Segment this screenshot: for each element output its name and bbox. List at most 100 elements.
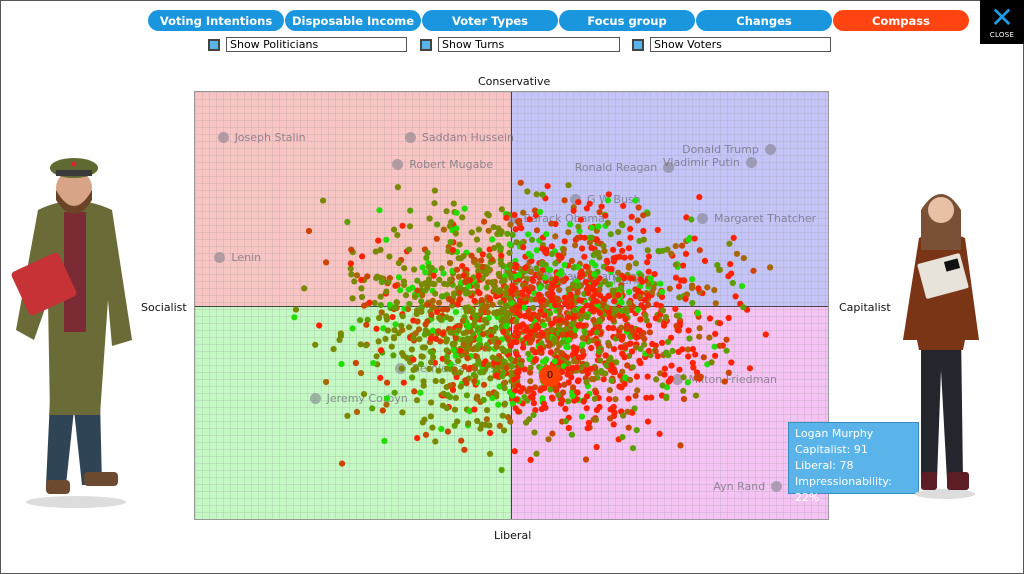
voter-dot[interactable] <box>450 347 457 354</box>
voter-dot[interactable] <box>740 255 747 262</box>
voter-dot[interactable] <box>554 347 561 354</box>
voter-dot[interactable] <box>729 279 736 287</box>
voter-dot[interactable] <box>627 254 634 261</box>
voter-dot[interactable] <box>382 335 389 342</box>
voter-dot[interactable] <box>427 413 434 420</box>
voter-dot[interactable] <box>643 394 650 401</box>
voter-dot[interactable] <box>701 257 709 264</box>
voter-dot[interactable] <box>634 306 641 313</box>
voter-dot[interactable] <box>689 346 696 353</box>
voter-dot[interactable] <box>627 340 634 347</box>
voter-dot[interactable] <box>596 309 603 317</box>
voter-dot[interactable] <box>593 279 600 286</box>
voter-dot[interactable] <box>533 450 540 457</box>
voter-dot[interactable] <box>704 284 711 291</box>
voter-dot[interactable] <box>507 221 514 228</box>
voter-dot[interactable] <box>429 327 436 334</box>
toggle-show-turns[interactable]: Show Turns <box>420 37 620 52</box>
voter-dot[interactable] <box>559 277 566 284</box>
voter-dot[interactable] <box>668 362 675 369</box>
voter-dot[interactable] <box>659 382 666 389</box>
voter-dot[interactable] <box>461 446 468 453</box>
voter-dot[interactable] <box>618 336 625 343</box>
voter-dot[interactable] <box>485 212 492 219</box>
voter-dot[interactable] <box>575 199 582 206</box>
voter-dot[interactable] <box>693 374 700 381</box>
voter-dot[interactable] <box>635 327 642 334</box>
voter-dot[interactable] <box>588 344 595 352</box>
voter-dot[interactable] <box>475 272 482 279</box>
voter-dot[interactable] <box>410 356 417 363</box>
voter-dot[interactable] <box>517 388 524 395</box>
voter-dot[interactable] <box>659 307 666 314</box>
voter-dot[interactable] <box>506 295 513 302</box>
voter-dot[interactable] <box>528 236 536 243</box>
voter-dot[interactable] <box>678 242 686 249</box>
voter-dot[interactable] <box>540 296 547 304</box>
voter-dot[interactable] <box>562 418 569 425</box>
voter-dot[interactable] <box>401 265 408 272</box>
voter-dot[interactable] <box>460 330 467 337</box>
voter-dot[interactable] <box>348 271 355 278</box>
voter-dot[interactable] <box>570 207 577 214</box>
voter-dot[interactable] <box>446 259 454 267</box>
voter-dot[interactable] <box>556 317 564 324</box>
voter-dot[interactable] <box>565 424 572 432</box>
voter-dot[interactable] <box>716 266 723 273</box>
voter-dot[interactable] <box>565 398 572 405</box>
voter-dot[interactable] <box>596 209 603 216</box>
voter-dot[interactable] <box>578 297 585 304</box>
voter-dot[interactable] <box>491 245 498 252</box>
voter-dot[interactable] <box>471 297 478 304</box>
voter-dot[interactable] <box>593 443 600 451</box>
voter-dot[interactable] <box>552 260 559 267</box>
voter-dot[interactable] <box>377 301 384 309</box>
voter-dot[interactable] <box>480 331 487 338</box>
voter-dot[interactable] <box>660 322 668 329</box>
voter-dot[interactable] <box>531 429 538 436</box>
voter-dot[interactable] <box>452 394 459 401</box>
tab-changes[interactable]: Changes <box>696 10 832 31</box>
voter-dot[interactable] <box>506 261 513 268</box>
voter-dot[interactable] <box>588 375 595 383</box>
voter-dot[interactable] <box>596 403 603 411</box>
voter-dot[interactable] <box>695 285 702 292</box>
voter-dot[interactable] <box>726 240 733 247</box>
voter-dot[interactable] <box>610 421 617 428</box>
voter-dot[interactable] <box>545 436 552 443</box>
voter-dot[interactable] <box>548 297 556 304</box>
voter-dot[interactable] <box>527 315 534 322</box>
voter-dot[interactable] <box>616 240 623 247</box>
voter-dot[interactable] <box>532 356 539 363</box>
voter-dot[interactable] <box>536 284 543 292</box>
voter-dot[interactable] <box>625 395 632 402</box>
voter-dot[interactable] <box>579 335 586 342</box>
voter-dot[interactable] <box>478 257 485 264</box>
voter-dot[interactable] <box>565 229 572 236</box>
voter-dot[interactable] <box>499 373 506 380</box>
voter-dot[interactable] <box>493 390 500 397</box>
voter-dot[interactable] <box>438 425 445 433</box>
voter-dot[interactable] <box>635 204 642 211</box>
voter-dot[interactable] <box>377 374 384 381</box>
voter-dot[interactable] <box>476 336 483 344</box>
voter-dot[interactable] <box>484 407 491 414</box>
voter-dot[interactable] <box>706 334 713 341</box>
voter-dot[interactable] <box>395 260 402 267</box>
voter-dot[interactable] <box>539 395 546 402</box>
voter-dot[interactable] <box>513 350 520 358</box>
voter-dot[interactable] <box>615 291 622 298</box>
voter-dot[interactable] <box>377 347 385 354</box>
voter-dot[interactable] <box>645 347 652 354</box>
voter-dot[interactable] <box>384 379 391 386</box>
voter-dot[interactable] <box>406 324 413 331</box>
voter-dot[interactable] <box>408 346 415 353</box>
voter-dot[interactable] <box>491 286 498 293</box>
voter-dot[interactable] <box>584 425 591 432</box>
voter-dot[interactable] <box>527 378 534 385</box>
voter-dot[interactable] <box>615 269 622 276</box>
toggle-show-voters[interactable]: Show Voters <box>632 37 831 52</box>
voter-dot[interactable] <box>629 364 636 371</box>
voter-dot[interactable] <box>690 364 697 371</box>
voter-dot[interactable] <box>353 408 361 415</box>
